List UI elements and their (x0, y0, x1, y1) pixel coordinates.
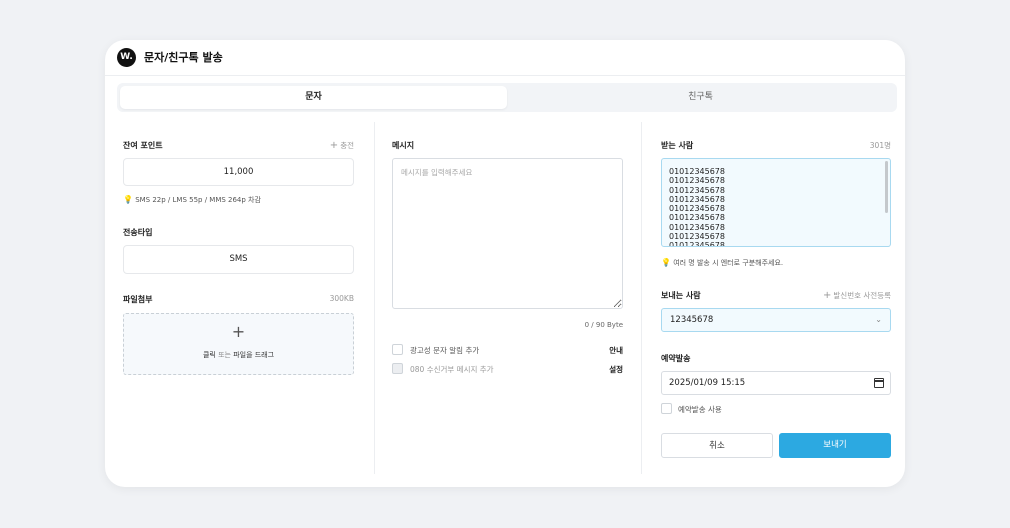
byte-counter: 0 / 90 Byte (584, 321, 623, 329)
plus-icon: + (231, 322, 246, 341)
dropzone-text: 클릭 또는 파일을 드래그 (202, 351, 275, 359)
sender-label: 보내는 사람 (661, 291, 701, 300)
ad-checkbox-label: 광고성 문자 알림 추가 (410, 346, 480, 355)
list-item: 01012345678 (669, 176, 725, 186)
ad-info-link[interactable]: 안내 (573, 345, 623, 356)
optout-checkbox-label: 080 수신거부 메시지 추가 (410, 365, 494, 374)
reserve-checkbox[interactable] (661, 403, 672, 414)
tab-sms[interactable]: 문자 (120, 86, 507, 109)
list-item: 01012345678 (669, 194, 725, 204)
optout-settings-link[interactable]: 설정 (573, 364, 623, 375)
page-title: 문자/친구톡 발송 (144, 51, 223, 64)
attach-label: 파일첨부 (123, 295, 153, 304)
column-divider (374, 122, 375, 474)
chevron-down-icon: ⌄ (875, 315, 882, 324)
list-item: 01012345678 (669, 232, 725, 242)
logo-icon: W. (117, 48, 136, 67)
tab-bar: 문자 친구톡 (117, 83, 897, 112)
list-item: 01012345678 (669, 167, 725, 176)
reserve-datetime-input[interactable]: 2025/01/09 15:15 (661, 371, 891, 395)
bulb-icon: 💡 (661, 258, 671, 267)
list-item: 01012345678 (669, 204, 725, 214)
sender-select[interactable]: 12345678 ⌄ (661, 308, 891, 332)
plus-icon: + (329, 140, 339, 151)
plus-icon: + (823, 290, 832, 301)
recipients-list: 01012345678 01012345678 01012345678 0101… (669, 167, 725, 247)
calendar-icon[interactable] (874, 378, 884, 388)
list-item: 01012345678 (669, 185, 725, 195)
reserve-checkbox-label: 예약발송 사용 (678, 405, 722, 414)
send-type-value: SMS (123, 245, 354, 274)
points-value: 11,000 (123, 158, 354, 186)
points-label: 잔여 포인트 (123, 141, 163, 150)
charge-link[interactable]: + 충전 (295, 140, 354, 151)
message-input[interactable] (392, 158, 623, 309)
optout-checkbox[interactable] (392, 363, 403, 374)
list-item: 01012345678 (669, 222, 725, 232)
scrollbar[interactable] (885, 161, 888, 213)
reserve-label: 예약발송 (661, 354, 691, 363)
file-dropzone[interactable]: + 클릭 또는 파일을 드래그 (123, 313, 354, 375)
ad-checkbox[interactable] (392, 344, 403, 355)
cost-hint: 💡 SMS 22p / LMS 55p / MMS 264p 차감 (123, 195, 261, 204)
recipients-count: 301명 (869, 141, 891, 150)
list-item: 01012345678 (669, 241, 725, 247)
send-button[interactable]: 보내기 (779, 433, 891, 458)
list-item: 01012345678 (669, 213, 725, 223)
recipients-input[interactable]: 01012345678 01012345678 01012345678 0101… (661, 158, 891, 247)
sms-send-card: W. 문자/친구톡 발송 문자 친구톡 잔여 포인트 + 충전 11,000 💡 … (105, 40, 905, 487)
column-divider (641, 122, 642, 474)
cancel-button[interactable]: 취소 (661, 433, 773, 458)
card-header: W. 문자/친구톡 발송 (105, 40, 905, 76)
tab-friendtalk[interactable]: 친구톡 (507, 86, 894, 109)
multi-hint: 💡 여러 명 발송 시 엔터로 구분해주세요. (661, 258, 784, 267)
message-label: 메시지 (392, 141, 415, 150)
send-type-label: 전송타입 (123, 228, 153, 237)
bulb-icon: 💡 (123, 195, 133, 204)
recipients-label: 받는 사람 (661, 141, 694, 150)
sender-register-link[interactable]: + 발신번호 사전등록 (795, 290, 891, 301)
attach-limit: 300KB (329, 294, 354, 303)
